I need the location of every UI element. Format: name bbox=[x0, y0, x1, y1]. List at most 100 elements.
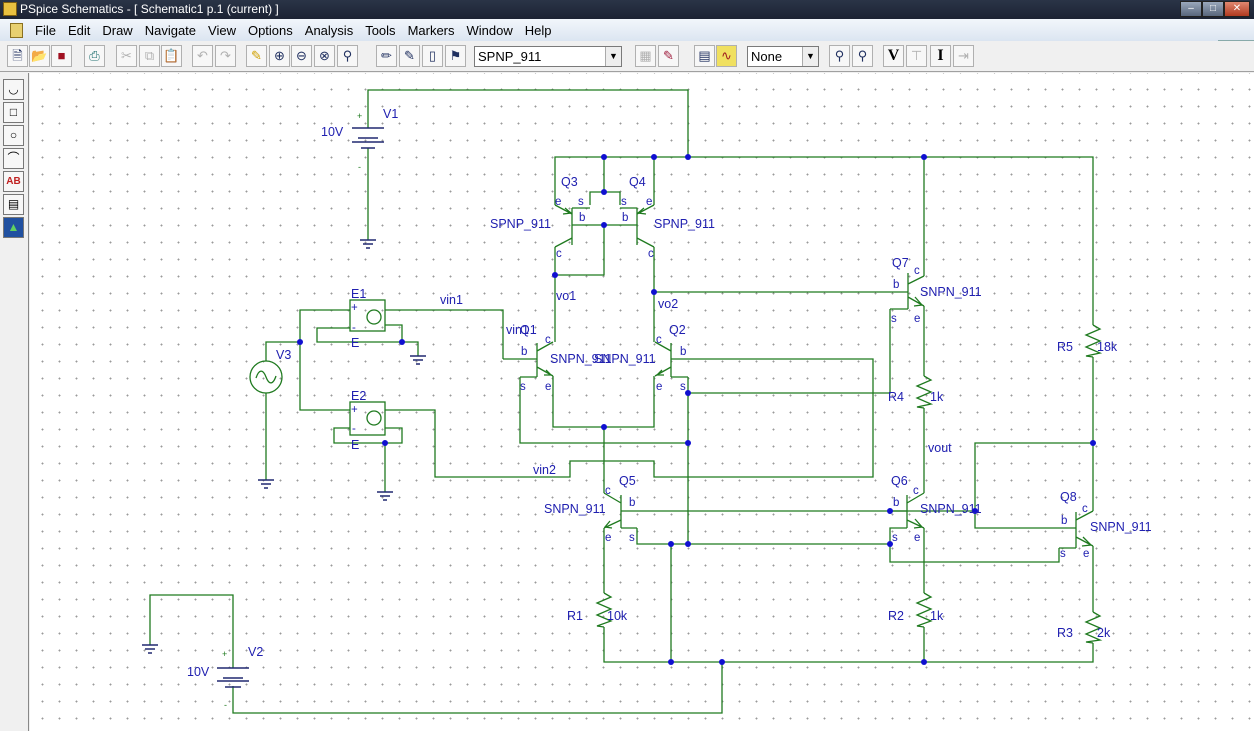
marker-combo[interactable]: None ▼ bbox=[747, 46, 819, 67]
menu-markers[interactable]: Markers bbox=[402, 23, 461, 38]
e2-name: E2 bbox=[351, 389, 366, 403]
e2-label: E bbox=[351, 438, 359, 452]
app-icon bbox=[3, 2, 17, 16]
setup-analysis-icon[interactable]: ▤ bbox=[694, 45, 715, 67]
menu-analysis[interactable]: Analysis bbox=[299, 23, 359, 38]
part-name-combo[interactable]: SPNP_911 ▼ bbox=[474, 46, 622, 67]
new-icon[interactable]: 🗎 bbox=[7, 45, 28, 67]
document-icon[interactable] bbox=[10, 22, 23, 38]
zoom-area-icon[interactable]: ⊗ bbox=[314, 45, 335, 67]
wire[interactable] bbox=[552, 376, 655, 428]
marker-combo-value: None bbox=[751, 49, 783, 64]
wire-vin2[interactable] bbox=[385, 358, 874, 478]
wire[interactable] bbox=[603, 627, 1094, 663]
draw-wire-icon[interactable]: ✏ bbox=[376, 45, 397, 67]
redo-icon[interactable]: ↷ bbox=[215, 45, 236, 67]
window-title: PSpice Schematics - [ Schematic1 p.1 (cu… bbox=[20, 2, 279, 16]
current-probe-icon[interactable]: ⚲ bbox=[852, 45, 873, 67]
chevron-down-icon[interactable]: ▼ bbox=[605, 47, 621, 66]
wire[interactable] bbox=[385, 324, 403, 342]
box-icon[interactable]: □ bbox=[3, 102, 24, 123]
e1-minus: - bbox=[352, 322, 356, 334]
menu-tools[interactable]: Tools bbox=[359, 23, 401, 38]
q3-model: SPNP_911 bbox=[490, 217, 551, 231]
print-icon[interactable]: ⎙ bbox=[84, 45, 105, 67]
wire[interactable] bbox=[974, 442, 1093, 529]
menu-bar: File Edit Draw Navigate View Options Ana… bbox=[0, 19, 1254, 57]
menu-draw[interactable]: Draw bbox=[96, 23, 138, 38]
q1-pin-e: e bbox=[545, 381, 551, 393]
menu-help[interactable]: Help bbox=[519, 23, 558, 38]
text-box-icon[interactable]: ▤ bbox=[3, 194, 24, 215]
wire[interactable] bbox=[299, 309, 350, 411]
q3-name: Q3 bbox=[561, 175, 578, 189]
ac-source-v3[interactable] bbox=[249, 360, 283, 394]
text-icon[interactable]: AB bbox=[3, 171, 24, 192]
voltage-display-icon[interactable]: ⊤ bbox=[906, 45, 927, 67]
wire[interactable] bbox=[688, 309, 891, 394]
menu-navigate[interactable]: Navigate bbox=[139, 23, 202, 38]
menu-window[interactable]: Window bbox=[461, 23, 519, 38]
paste-icon[interactable]: 📋 bbox=[161, 45, 182, 67]
q6-name: Q6 bbox=[891, 474, 908, 488]
circle-icon[interactable]: ○ bbox=[3, 125, 24, 146]
transistor-q1[interactable] bbox=[503, 341, 554, 378]
q3-pin-c: c bbox=[556, 248, 562, 260]
menu-file[interactable]: File bbox=[29, 23, 62, 38]
q7-pin-e: e bbox=[914, 313, 920, 325]
ground-icon bbox=[360, 239, 376, 249]
enable-current-display-button[interactable]: I bbox=[930, 45, 951, 67]
maximize-button[interactable]: □ bbox=[1202, 1, 1224, 17]
undo-icon[interactable]: ↶ bbox=[192, 45, 213, 67]
wire[interactable] bbox=[555, 225, 605, 276]
current-display-icon[interactable]: ⇥ bbox=[953, 45, 974, 67]
q7-pin-c: c bbox=[914, 265, 920, 277]
polyline-icon[interactable]: ⌒ bbox=[3, 148, 24, 169]
zoom-out-icon[interactable]: ⊖ bbox=[291, 45, 312, 67]
wire-vin1[interactable] bbox=[385, 309, 504, 359]
current-display-label: I bbox=[937, 47, 944, 64]
wire[interactable] bbox=[149, 594, 234, 668]
wire[interactable] bbox=[367, 89, 689, 157]
copy-icon[interactable]: ⧉ bbox=[139, 45, 160, 67]
resistor-r4[interactable] bbox=[915, 375, 934, 409]
resistor-r2[interactable] bbox=[915, 592, 933, 628]
highlight-icon[interactable]: ✎ bbox=[246, 45, 267, 67]
open-icon[interactable]: 📂 bbox=[29, 45, 50, 67]
edit-attributes-icon[interactable]: ✎ bbox=[658, 45, 679, 67]
chevron-down-icon[interactable]: ▼ bbox=[802, 47, 818, 66]
draw-block-icon[interactable]: ▯ bbox=[422, 45, 443, 67]
insert-picture-icon[interactable]: ▲ bbox=[3, 217, 24, 238]
cut-icon[interactable]: ✂ bbox=[116, 45, 137, 67]
e2-plus: + bbox=[351, 404, 358, 416]
wire[interactable] bbox=[232, 662, 723, 714]
draw-bus-icon[interactable]: ✎ bbox=[399, 45, 420, 67]
q3-pin-e: e bbox=[555, 196, 561, 208]
schematic-canvas[interactable]: V1 10V + - V2 10V + - V3 E1 + - E E2 + -… bbox=[30, 73, 1254, 731]
zoom-in-icon[interactable]: ⊕ bbox=[269, 45, 290, 67]
edit-symbol-icon[interactable]: ▦ bbox=[635, 45, 656, 67]
save-icon[interactable]: ■ bbox=[51, 45, 72, 67]
close-button[interactable]: ✕ bbox=[1224, 1, 1250, 17]
menu-view[interactable]: View bbox=[202, 23, 242, 38]
q8-pin-e: e bbox=[1083, 548, 1089, 560]
v2-minus: - bbox=[224, 700, 227, 710]
get-part-icon[interactable]: ⚑ bbox=[445, 45, 466, 67]
menu-edit[interactable]: Edit bbox=[62, 23, 96, 38]
q7-model: SNPN_911 bbox=[920, 285, 982, 299]
battery-v2[interactable] bbox=[217, 667, 249, 688]
wire[interactable] bbox=[636, 528, 890, 545]
q5-name: Q5 bbox=[619, 474, 636, 488]
voltage-probe-icon[interactable]: ⚲ bbox=[829, 45, 850, 67]
simulate-icon[interactable]: ∿ bbox=[716, 45, 737, 67]
enable-voltage-display-button[interactable]: V bbox=[883, 45, 904, 67]
ground-icon bbox=[258, 479, 274, 489]
minimize-button[interactable]: – bbox=[1180, 1, 1202, 17]
v1-name: V1 bbox=[383, 107, 398, 121]
battery-v1[interactable] bbox=[352, 127, 384, 149]
q8-pin-c: c bbox=[1082, 503, 1088, 515]
zoom-fit-icon[interactable]: ⚲ bbox=[337, 45, 358, 67]
e1-plus: + bbox=[351, 302, 358, 314]
arc-icon[interactable]: ◡ bbox=[3, 79, 24, 100]
menu-options[interactable]: Options bbox=[242, 23, 299, 38]
